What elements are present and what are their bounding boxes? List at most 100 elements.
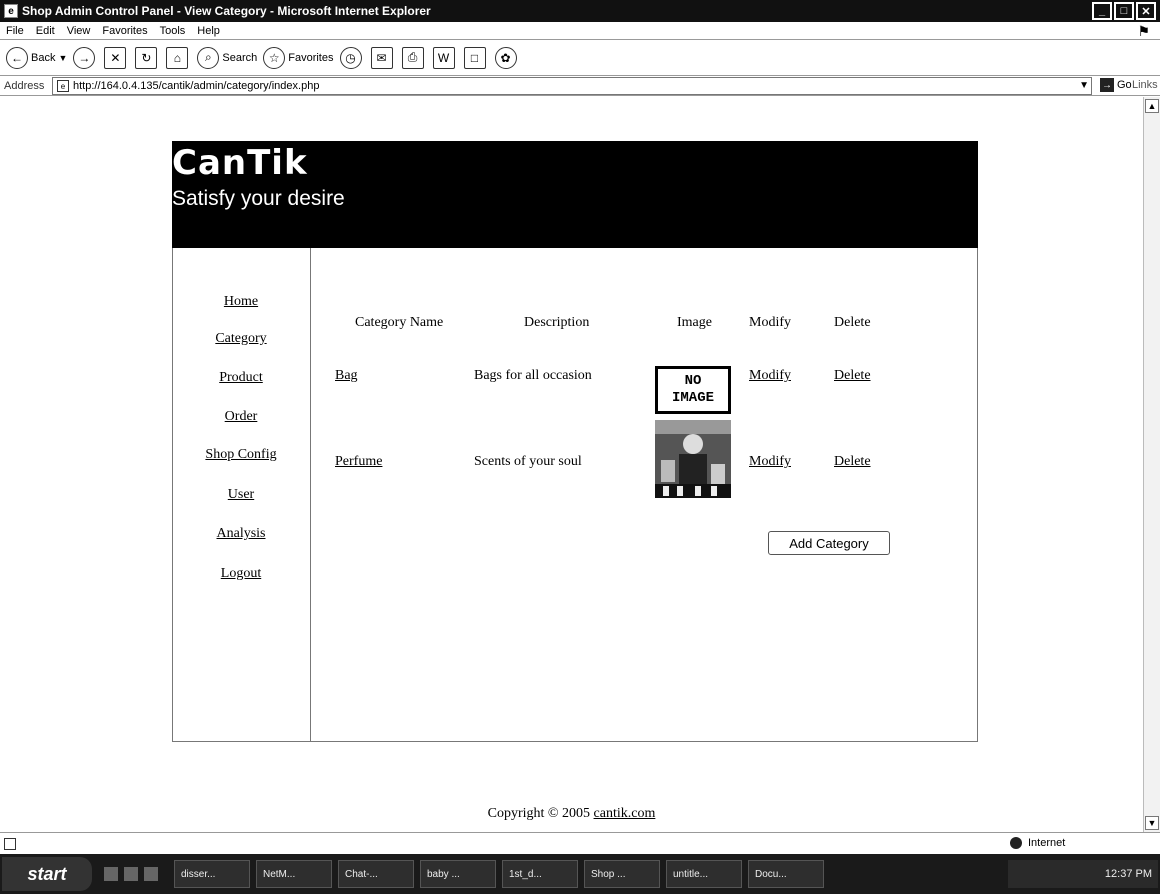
- task-button[interactable]: Chat-...: [338, 860, 414, 888]
- windows-flag-icon: ⚑: [1137, 23, 1150, 39]
- ie-icon: e: [4, 4, 18, 18]
- add-category-button[interactable]: Add Category: [768, 531, 890, 555]
- task-button[interactable]: baby ...: [420, 860, 496, 888]
- nav-category[interactable]: Category: [172, 331, 310, 347]
- back-arrow-icon: ←: [6, 46, 28, 69]
- menu-edit[interactable]: Edit: [36, 25, 55, 37]
- copyright-link[interactable]: cantik.com: [594, 806, 656, 821]
- quick-launch-icon[interactable]: [124, 867, 138, 881]
- perfume-photo: [655, 420, 731, 498]
- header-description: Description: [524, 315, 590, 330]
- task-button[interactable]: untitle...: [666, 860, 742, 888]
- menu-tools[interactable]: Tools: [160, 25, 186, 37]
- search-label: Search: [222, 51, 258, 64]
- stop-button[interactable]: ✕: [104, 46, 129, 69]
- task-button[interactable]: disser...: [174, 860, 250, 888]
- task-button[interactable]: Docu...: [748, 860, 824, 888]
- no-image-text-1: NO: [684, 373, 702, 389]
- go-button[interactable]: → Go: [1100, 78, 1132, 92]
- sidebar-divider: [310, 248, 311, 742]
- copyright-footer: Copyright © 2005 cantik.com: [0, 806, 1143, 822]
- row-bag-delete-link[interactable]: Delete: [834, 368, 871, 384]
- address-dropdown-icon[interactable]: ▼: [1079, 80, 1089, 91]
- menu-view[interactable]: View: [67, 25, 91, 37]
- go-label: Go: [1117, 79, 1132, 91]
- site-tagline: Satisfy your desire: [172, 187, 345, 210]
- header-modify: Modify: [749, 315, 791, 330]
- back-dropdown-icon[interactable]: ▼: [58, 53, 67, 63]
- row-bag-description: Bags for all occasion: [474, 368, 592, 383]
- print-button[interactable]: ⎙: [401, 46, 427, 69]
- refresh-button[interactable]: ↻: [135, 46, 160, 69]
- messenger-icon: ✿: [494, 46, 517, 69]
- links-button[interactable]: Links: [1132, 79, 1158, 91]
- vertical-scrollbar[interactable]: ▲ ▼: [1143, 97, 1160, 832]
- favorites-button[interactable]: ☆ Favorites: [263, 46, 334, 69]
- taskbar: start disser... NetM... Chat-... baby ..…: [0, 854, 1160, 894]
- go-arrow-icon: →: [1100, 78, 1114, 92]
- page-icon: e: [57, 80, 69, 92]
- print-icon: ⎙: [401, 46, 424, 69]
- row-bag-name-link[interactable]: Bag: [335, 368, 358, 384]
- window-title: Shop Admin Control Panel - View Category…: [22, 4, 431, 18]
- address-bar: Address e http://164.0.4.135/cantik/admi…: [0, 76, 1160, 96]
- header-image: Image: [677, 315, 712, 330]
- status-bar: Internet: [0, 832, 1160, 854]
- nav-user[interactable]: User: [172, 487, 310, 503]
- discuss-icon: □: [463, 46, 486, 69]
- mail-button[interactable]: ✉: [370, 46, 396, 69]
- home-button[interactable]: ⌂: [166, 46, 191, 69]
- edit-button[interactable]: W: [432, 46, 458, 69]
- search-icon: ⌕: [197, 46, 220, 69]
- row-perfume-name-link[interactable]: Perfume: [335, 454, 382, 470]
- address-label: Address: [4, 79, 45, 92]
- task-button[interactable]: Shop ...: [584, 860, 660, 888]
- system-tray: 12:37 PM: [1008, 860, 1158, 888]
- nav-home[interactable]: Home: [172, 294, 310, 310]
- nav-shop-config[interactable]: Shop Config: [172, 447, 310, 463]
- address-input[interactable]: e http://164.0.4.135/cantik/admin/catego…: [52, 77, 1092, 95]
- task-buttons: disser... NetM... Chat-... baby ... 1st_…: [174, 860, 824, 888]
- window-title-bar: e Shop Admin Control Panel - View Catego…: [0, 0, 1160, 22]
- home-icon: ⌂: [166, 46, 189, 69]
- menu-file[interactable]: File: [6, 25, 24, 37]
- row-perfume-modify-link[interactable]: Modify: [749, 454, 791, 470]
- header-delete: Delete: [834, 315, 871, 330]
- back-label: Back: [31, 51, 56, 64]
- start-button[interactable]: start: [2, 857, 92, 891]
- copyright-text: Copyright © 2005: [487, 806, 591, 821]
- scroll-up-icon[interactable]: ▲: [1145, 99, 1159, 113]
- forward-button[interactable]: →: [73, 46, 98, 69]
- scroll-down-icon[interactable]: ▼: [1145, 816, 1159, 830]
- discuss-button[interactable]: □: [463, 46, 489, 69]
- maximize-icon[interactable]: □: [1114, 2, 1134, 20]
- search-button[interactable]: ⌕ Search: [197, 46, 258, 69]
- row-perfume-delete-link[interactable]: Delete: [834, 454, 871, 470]
- back-button[interactable]: ← Back ▼: [6, 46, 67, 69]
- star-icon: ☆: [263, 46, 286, 69]
- task-button[interactable]: NetM...: [256, 860, 332, 888]
- no-image-text-2: IMAGE: [671, 390, 714, 406]
- minimize-icon[interactable]: _: [1092, 2, 1112, 20]
- menu-help[interactable]: Help: [197, 25, 220, 37]
- nav-order[interactable]: Order: [172, 409, 310, 425]
- refresh-icon: ↻: [135, 46, 158, 69]
- site-logo: CanTik: [172, 143, 308, 183]
- nav-product[interactable]: Product: [172, 370, 310, 386]
- menu-bar: File Edit View Favorites Tools Help ⚑: [0, 22, 1160, 40]
- nav-analysis[interactable]: Analysis: [172, 526, 310, 542]
- task-button[interactable]: 1st_d...: [502, 860, 578, 888]
- history-icon: ◷: [339, 46, 362, 69]
- nav-logout[interactable]: Logout: [172, 566, 310, 582]
- messenger-button[interactable]: ✿: [494, 46, 520, 69]
- menu-favorites[interactable]: Favorites: [102, 25, 147, 37]
- history-button[interactable]: ◷: [339, 46, 365, 69]
- quick-launch-icon[interactable]: [144, 867, 158, 881]
- close-icon[interactable]: ✕: [1136, 2, 1156, 20]
- address-url: http://164.0.4.135/cantik/admin/category…: [73, 80, 320, 92]
- globe-icon: [1010, 837, 1022, 849]
- quick-launch-icon[interactable]: [104, 867, 118, 881]
- stop-icon: ✕: [104, 46, 127, 69]
- row-bag-modify-link[interactable]: Modify: [749, 368, 791, 384]
- zone-label: Internet: [1028, 837, 1066, 849]
